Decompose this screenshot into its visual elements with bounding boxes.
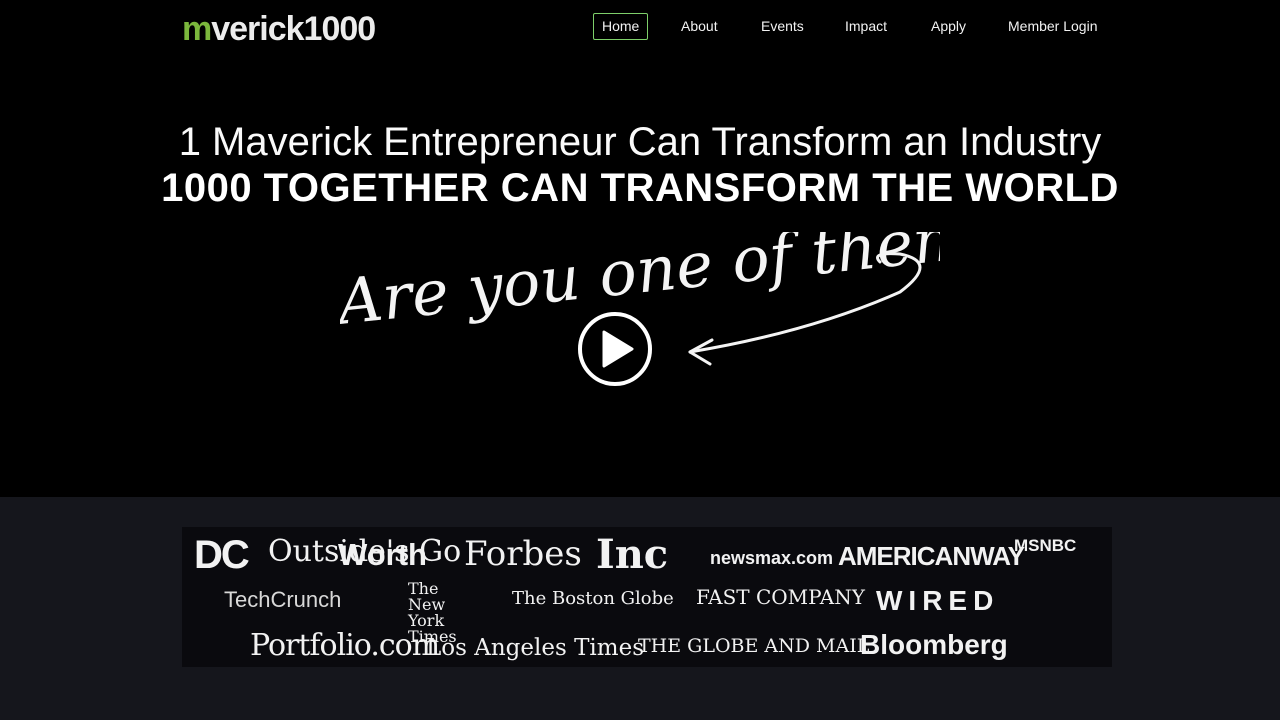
play-video-button[interactable] (576, 310, 654, 388)
logo-portfolio: Portfolio.com (250, 628, 440, 663)
logo-fast-company: FAST COMPANY (696, 585, 865, 609)
nav-about[interactable]: About (681, 13, 718, 40)
logo-bloomberg: Bloomberg (860, 629, 1008, 660)
logo-msnbc: MSNBC (1014, 536, 1077, 555)
logo-wordmark: mverick1000 (182, 10, 376, 48)
maverick1000-logo[interactable]: mverick1000 (182, 10, 384, 48)
logo-techcrunch: TechCrunch (224, 587, 342, 612)
logo-americanway: AMERICANWAY (838, 541, 1025, 571)
nav-impact[interactable]: Impact (845, 13, 887, 40)
logo-inc: Inc (596, 531, 669, 578)
site-header: mverick1000 Home About Events Impact App… (0, 0, 1280, 56)
logo-la-times: Los Angeles Times (426, 635, 644, 661)
logo-forbes: Forbes (464, 534, 582, 574)
logo-globe-and-mail: THE GLOBE AND MAIL (638, 635, 870, 657)
nav-home[interactable]: Home (593, 13, 649, 40)
press-logos-panel: DC Outside's Go Worth Forbes Inc newsmax… (182, 527, 1112, 667)
logo-wired: WIRED (876, 585, 1000, 616)
hero-headline: 1 Maverick Entrepreneur Can Transform an… (178, 120, 1102, 164)
nav-events[interactable]: Events (761, 13, 804, 40)
logo-dc: DC (194, 533, 250, 577)
logo-worth: Worth (338, 537, 427, 572)
hero-subheadline: 1000 TOGETHER CAN TRANSFORM THE WORLD (161, 166, 1119, 210)
logo-newsmax: newsmax.com (710, 548, 834, 568)
logo-boston-globe: The Boston Globe (512, 588, 674, 609)
nav-member-login[interactable]: Member Login (1008, 13, 1098, 40)
press-logos-section: DC Outside's Go Worth Forbes Inc newsmax… (0, 497, 1280, 720)
nav-apply[interactable]: Apply (931, 13, 966, 40)
